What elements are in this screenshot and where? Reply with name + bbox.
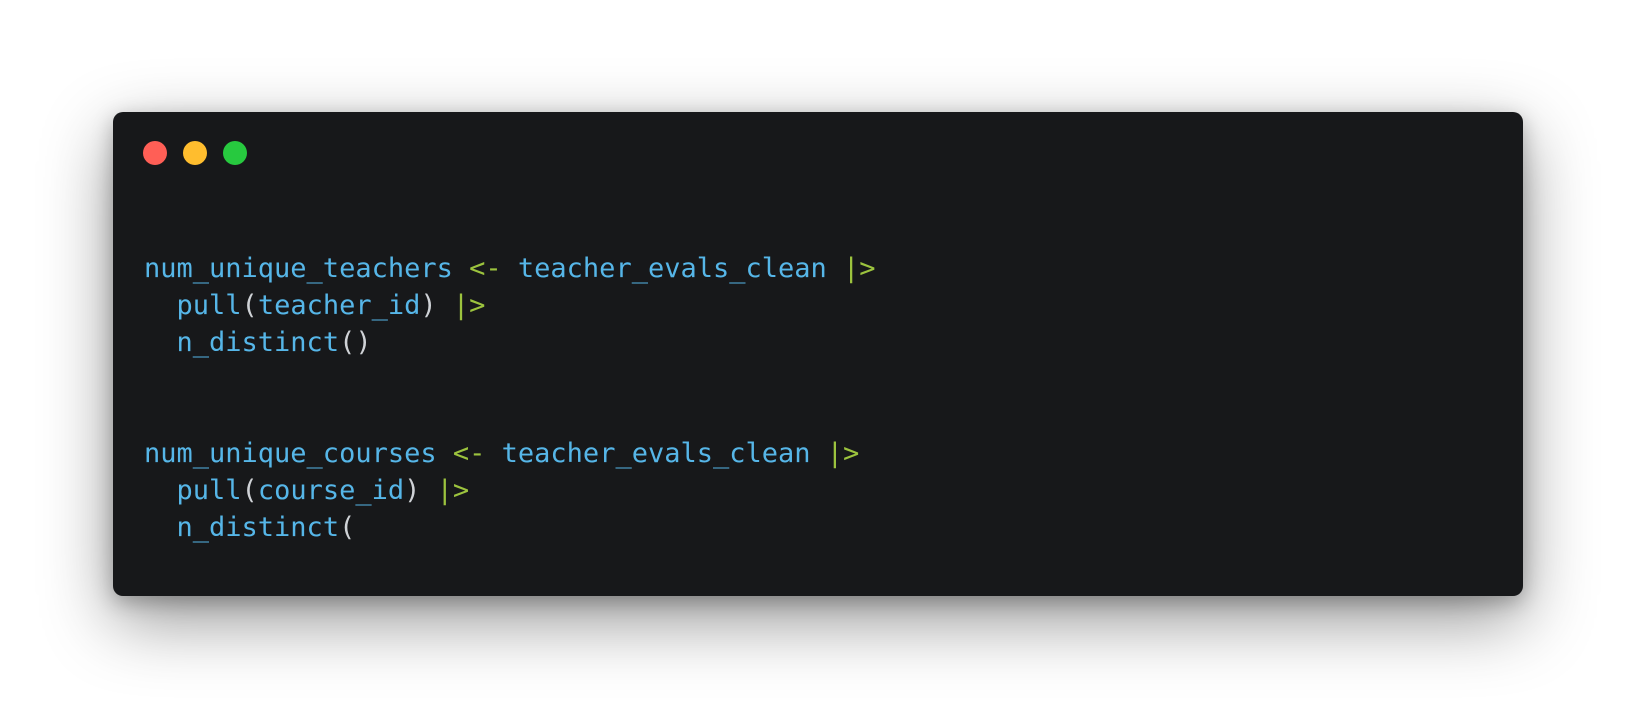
code-line: num_unique_courses <- teacher_evals_clea… [144, 435, 876, 472]
code-token-identifier: n_distinct [176, 327, 340, 358]
code-token-operator: <- [469, 253, 502, 284]
code-token-punctuation [144, 290, 177, 321]
code-token-punctuation [144, 475, 177, 506]
code-token-operator: <- [452, 438, 486, 469]
code-token-punctuation [144, 327, 177, 358]
code-token-identifier: n_distinct [176, 512, 340, 543]
code-line: num_unique_teachers <- teacher_evals_cle… [144, 250, 876, 287]
code-token-punctuation: ) [420, 290, 437, 321]
minimize-window-button[interactable] [183, 141, 207, 165]
code-token-identifier: pull [176, 475, 242, 506]
code-token-identifier: course_id [257, 475, 405, 506]
code-token-punctuation [144, 512, 177, 543]
code-token-operator: |> [436, 475, 470, 506]
window-controls [143, 141, 247, 165]
code-token-punctuation [420, 475, 436, 506]
code-token-identifier: teacher_evals_clean [501, 438, 811, 469]
close-window-button[interactable] [143, 141, 167, 165]
code-block: num_unique_teachers <- teacher_evals_cle… [144, 250, 876, 546]
code-line: pull(course_id) |> [144, 472, 876, 509]
code-token-operator: |> [826, 438, 860, 469]
code-token-punctuation [453, 253, 469, 284]
code-window: num_unique_teachers <- teacher_evals_cle… [113, 112, 1523, 596]
code-token-punctuation: ( [241, 475, 258, 506]
code-token-identifier: num_unique_teachers [144, 253, 453, 284]
code-token-punctuation [811, 438, 827, 469]
code-line: n_distinct( [144, 509, 876, 546]
code-line: n_distinct() [144, 324, 876, 361]
code-line: pull(teacher_id) |> [144, 287, 876, 324]
code-token-punctuation [437, 438, 453, 469]
code-token-punctuation [437, 290, 453, 321]
code-token-identifier: pull [176, 290, 242, 321]
code-token-punctuation [485, 438, 501, 469]
code-token-punctuation: ( [339, 512, 356, 543]
code-token-punctuation [827, 253, 843, 284]
code-token-identifier: teacher_evals_clean [517, 253, 827, 284]
code-token-punctuation: ) [404, 475, 421, 506]
code-token-identifier: teacher_id [257, 290, 421, 321]
code-token-operator: |> [452, 290, 486, 321]
code-token-operator: |> [843, 253, 876, 284]
code-token-punctuation [502, 253, 518, 284]
code-token-punctuation: () [339, 327, 372, 358]
code-token-identifier: num_unique_courses [144, 438, 437, 469]
maximize-window-button[interactable] [223, 141, 247, 165]
code-token-punctuation: ( [241, 290, 258, 321]
